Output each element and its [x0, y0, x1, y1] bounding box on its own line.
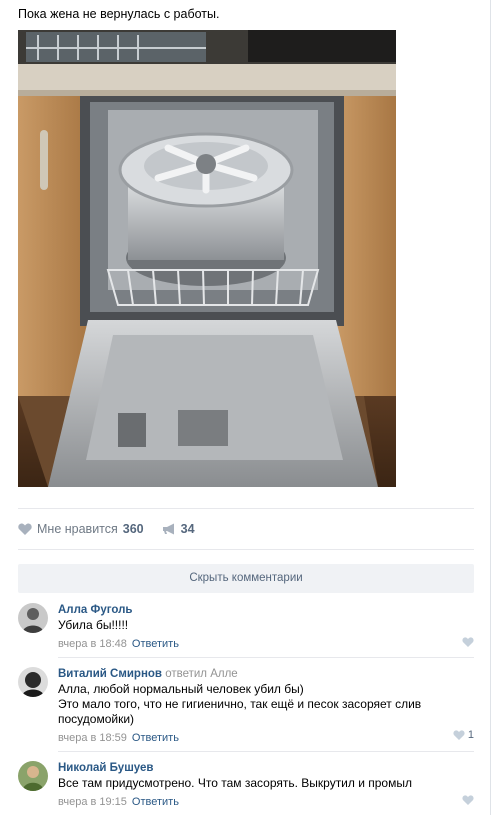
- comment-like-button[interactable]: [462, 637, 474, 647]
- comment-text-line: посудомойки): [58, 712, 135, 726]
- post-photo[interactable]: [18, 30, 396, 487]
- comment-divider: [58, 751, 474, 752]
- like-button[interactable]: Мне нравится 360: [18, 522, 144, 536]
- comment-text-line: Это мало того, что не гигиенично, так ещ…: [58, 697, 422, 711]
- like-count: 360: [122, 522, 144, 536]
- avatar[interactable]: [18, 603, 48, 633]
- comment-author[interactable]: Алла Фуголь: [58, 604, 132, 616]
- comment-text: Все там придусмотрено. Что там засорять.…: [58, 776, 412, 790]
- comment-item: Виталий Смирнов ответил Алле Алла, любой…: [18, 667, 474, 745]
- post-text: Пока жена не вернулась с работы.: [18, 7, 220, 21]
- hide-comments-button[interactable]: Скрыть комментарии: [18, 564, 474, 593]
- comment-author[interactable]: Виталий Смирнов: [58, 668, 162, 680]
- heart-icon: [462, 795, 474, 805]
- reply-to-label[interactable]: ответил Алле: [165, 668, 238, 680]
- reply-link[interactable]: Ответить: [132, 796, 179, 808]
- comment-like-button[interactable]: 1: [453, 729, 474, 741]
- post-actions: Мне нравится 360 34: [18, 520, 195, 538]
- avatar[interactable]: [18, 761, 48, 791]
- comment-like-count: 1: [467, 729, 474, 741]
- comment-time[interactable]: вчера в 18:48: [58, 638, 127, 650]
- heart-icon: [462, 637, 474, 647]
- share-count: 34: [180, 522, 195, 536]
- comment-text: Убила бы!!!!!: [58, 618, 129, 632]
- comment-time[interactable]: вчера в 18:59: [58, 732, 127, 744]
- megaphone-icon: [162, 523, 174, 535]
- comment-time[interactable]: вчера в 19:15: [58, 796, 127, 808]
- heart-icon: [453, 730, 465, 740]
- page-right-border: [490, 0, 491, 815]
- comment-author[interactable]: Николай Бушуев: [58, 762, 154, 774]
- avatar[interactable]: [18, 667, 48, 697]
- comment-item: Николай Бушуев Все там придусмотрено. Чт…: [18, 761, 474, 809]
- share-button[interactable]: 34: [162, 522, 195, 536]
- comment-like-button[interactable]: [462, 795, 474, 805]
- post-actions-bottom-divider: [18, 549, 474, 550]
- comment-item: Алла Фуголь Убила бы!!!!! вчера в 18:48 О…: [18, 603, 474, 651]
- comment-text-line: Алла, любой нормальный человек убил бы): [58, 682, 304, 696]
- like-label: Мне нравится: [37, 522, 118, 536]
- reply-link[interactable]: Ответить: [132, 732, 179, 744]
- post-actions-top-divider: [18, 508, 474, 509]
- comment-divider: [58, 657, 474, 658]
- comment-text: Алла, любой нормальный человек убил бы) …: [58, 682, 474, 727]
- reply-link[interactable]: Ответить: [132, 638, 179, 650]
- dishwasher-wheel-photo: [18, 30, 396, 487]
- heart-icon: [18, 523, 32, 535]
